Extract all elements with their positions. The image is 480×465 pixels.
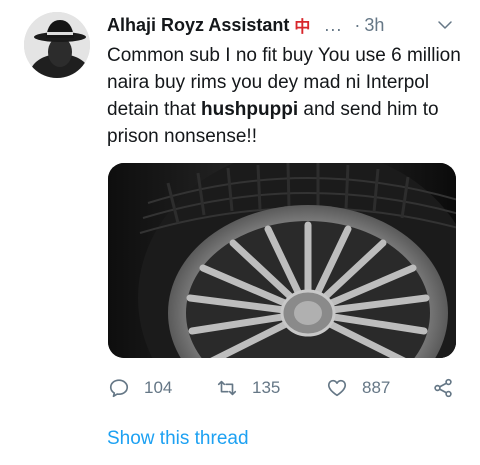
like-icon	[327, 379, 347, 397]
avatar-image	[24, 12, 90, 78]
avatar[interactable]	[24, 12, 90, 78]
chevron-down-icon[interactable]	[436, 16, 454, 34]
share-button[interactable]	[432, 374, 454, 402]
wheel-image	[108, 163, 456, 358]
separator-dot: ·	[354, 14, 361, 35]
share-icon	[434, 378, 452, 398]
hashtag-mention: hushpuppi	[201, 99, 299, 120]
reply-button[interactable]: 104	[108, 374, 172, 402]
handle[interactable]: ...	[324, 15, 342, 36]
display-name[interactable]: Alhaji Royz Assistant	[107, 15, 289, 36]
like-count: 887	[362, 378, 391, 397]
tweet-text: Common sub I no fit buy You use 6 millio…	[107, 42, 467, 150]
name-emoji: 中	[294, 19, 311, 36]
retweet-icon	[217, 380, 237, 396]
retweet-count: 135	[252, 378, 281, 397]
like-button[interactable]: 887	[326, 374, 390, 402]
reply-icon	[109, 379, 129, 398]
retweet-button[interactable]: 135	[216, 374, 280, 402]
show-thread-link[interactable]: Show this thread	[107, 428, 249, 450]
tweet-image[interactable]	[108, 163, 456, 358]
tweet-actions: 104 135 887	[108, 374, 468, 402]
timestamp[interactable]: 3h	[364, 15, 384, 36]
reply-count: 104	[144, 378, 173, 397]
tweet-header: Alhaji Royz Assistant 中 ... · 3h	[107, 12, 466, 38]
